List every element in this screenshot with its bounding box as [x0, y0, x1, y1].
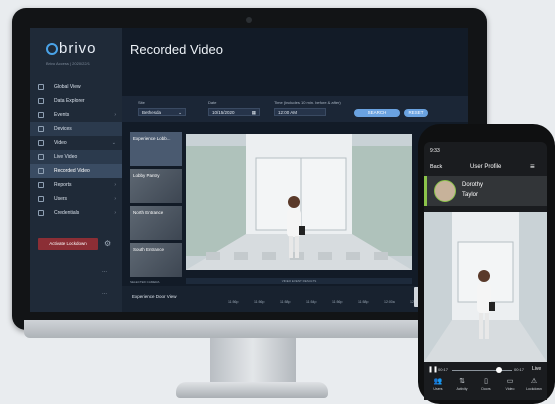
video-player[interactable]: [186, 134, 412, 270]
live-icon: [38, 154, 44, 160]
timeline-tick: 11:56p: [254, 300, 265, 304]
date-input[interactable]: 10/15/2020 ▦: [208, 108, 260, 116]
sidebar-item-reports[interactable]: Reports ›: [30, 178, 122, 192]
users-icon: 👥: [433, 378, 443, 385]
phone-video-frame: [424, 212, 547, 362]
search-button[interactable]: SEARCH: [354, 109, 400, 117]
sidebar-item-users[interactable]: Users ›: [30, 192, 122, 206]
date-label: Date: [208, 100, 217, 105]
phone-video-player[interactable]: [424, 212, 547, 362]
monitor-base: [176, 382, 328, 398]
webcam-dot: [246, 17, 252, 23]
tab-activity[interactable]: ⇅ Activity: [450, 376, 474, 391]
elapsed-time: 00:17: [438, 367, 449, 372]
user-first-name: Dorothy: [462, 182, 484, 188]
camera-tile[interactable]: Lobby Pantry: [130, 169, 182, 203]
video-icon: [38, 140, 44, 146]
activity-icon: ⇅: [459, 378, 465, 385]
timeline-camera-label: Experience Door View: [132, 294, 177, 299]
camera-tile[interactable]: North Entrance: [130, 206, 182, 240]
desktop-screen: brivo Brivo Access | 2020/22/1 Global Vi…: [30, 28, 468, 312]
activate-lockdown-button[interactable]: Activate Lockdown: [38, 238, 98, 250]
sidebar-item-global-view[interactable]: Global View: [30, 80, 122, 94]
menu-icon[interactable]: ≡: [530, 162, 535, 171]
timeline-tick: 11:58p: [280, 300, 291, 304]
tab-doors[interactable]: ▯ Doors: [474, 376, 498, 391]
recorded-icon: [38, 168, 44, 174]
chart-icon: [38, 98, 44, 104]
tab-bar: 👥 Users ⇅ Activity ▯ Doors ▭ Video ⚠ Lockdown: [424, 376, 547, 400]
report-icon: [38, 182, 44, 188]
main-panel: Recorded Video Site Bethesda ⌄ Date 10/15…: [122, 28, 468, 312]
gear-icon[interactable]: ⚙: [104, 239, 113, 248]
tab-lockdown[interactable]: ⚠ Lockdown: [522, 376, 546, 391]
sidebar-item-data-explorer[interactable]: Data Explorer: [30, 94, 122, 108]
monitor-stand: [210, 338, 296, 386]
site-label: Site: [138, 100, 145, 105]
more-menu-icon[interactable]: ...: [102, 290, 107, 296]
scrub-track[interactable]: [452, 370, 512, 371]
sidebar-item-events[interactable]: Events ›: [30, 108, 122, 122]
video-icon: ▭: [506, 378, 514, 385]
time-input[interactable]: 12:00 AM: [274, 108, 326, 116]
sidebar: brivo Brivo Access | 2020/22/1 Global Vi…: [30, 28, 122, 312]
sidebar-item-devices[interactable]: Devices: [30, 122, 122, 136]
timeline-tick: 11:56p: [332, 300, 343, 304]
avatar: [434, 180, 456, 202]
time-label: Time (includes 10 min. before & after): [274, 100, 341, 105]
chevron-down-icon: ⌄: [111, 140, 116, 146]
camera-tile[interactable]: South Entrance: [130, 243, 182, 277]
account-label: Brivo Access | 2020/22/1: [46, 61, 90, 66]
live-button[interactable]: Live: [532, 366, 541, 372]
sidebar-item-video[interactable]: Video ⌄: [30, 136, 122, 150]
chevron-right-icon: ›: [114, 210, 116, 216]
back-button[interactable]: Back: [430, 164, 442, 170]
sidebar-nav: Global View Data Explorer Events › Device…: [30, 80, 122, 220]
sidebar-item-live-video[interactable]: Live Video: [30, 150, 122, 164]
more-menu-icon[interactable]: ...: [102, 268, 107, 274]
timeline-tick: 11:54p: [306, 300, 317, 304]
user-last-name: Taylor: [462, 192, 479, 198]
globe-icon: [38, 84, 44, 90]
tab-users[interactable]: 👥 Users: [426, 376, 450, 391]
monitor-chin: [24, 320, 476, 338]
timeline-tick: 12:00a: [384, 300, 395, 304]
user-icon: [38, 196, 44, 202]
screen-title: User Profile: [470, 164, 502, 170]
reset-button[interactable]: RESET: [404, 109, 428, 117]
credential-icon: [38, 210, 44, 216]
video-event-results-header: VIDEO EVENT RESULTS: [186, 278, 412, 284]
sidebar-item-credentials[interactable]: Credentials ›: [30, 206, 122, 220]
site-select[interactable]: Bethesda ⌄: [138, 108, 186, 116]
lock-icon: ⚠: [530, 378, 538, 385]
chevron-right-icon: ›: [114, 196, 116, 202]
chevron-right-icon: ›: [114, 112, 116, 118]
scrub-handle[interactable]: [496, 367, 502, 373]
chevron-down-icon: ⌄: [178, 110, 182, 115]
brivo-logo[interactable]: brivo: [46, 40, 97, 57]
selected-camera-label: SELECTED CAMERA: [130, 280, 160, 284]
camera-tile[interactable]: Experience Lobb...: [130, 132, 182, 166]
tab-video[interactable]: ▭ Video: [498, 376, 522, 391]
camera-list: Experience Lobb... Lobby Pantry North En…: [130, 132, 182, 282]
remaining-time: 00:17: [514, 367, 525, 372]
door-icon: ▯: [484, 378, 488, 385]
lobby-video-frame: [186, 134, 412, 270]
status-time: 9:33: [430, 148, 440, 154]
sidebar-item-recorded-video[interactable]: Recorded Video: [30, 164, 122, 178]
device-icon: [38, 126, 44, 132]
pause-icon[interactable]: ❚❚: [428, 366, 438, 373]
calendar-icon: ▦: [251, 110, 256, 115]
timeline-tick: 11:58p: [358, 300, 369, 304]
timeline-tick: 11:56p: [228, 300, 239, 304]
chevron-right-icon: ›: [114, 182, 116, 188]
events-icon: [38, 112, 44, 118]
page-title: Recorded Video: [130, 42, 223, 57]
